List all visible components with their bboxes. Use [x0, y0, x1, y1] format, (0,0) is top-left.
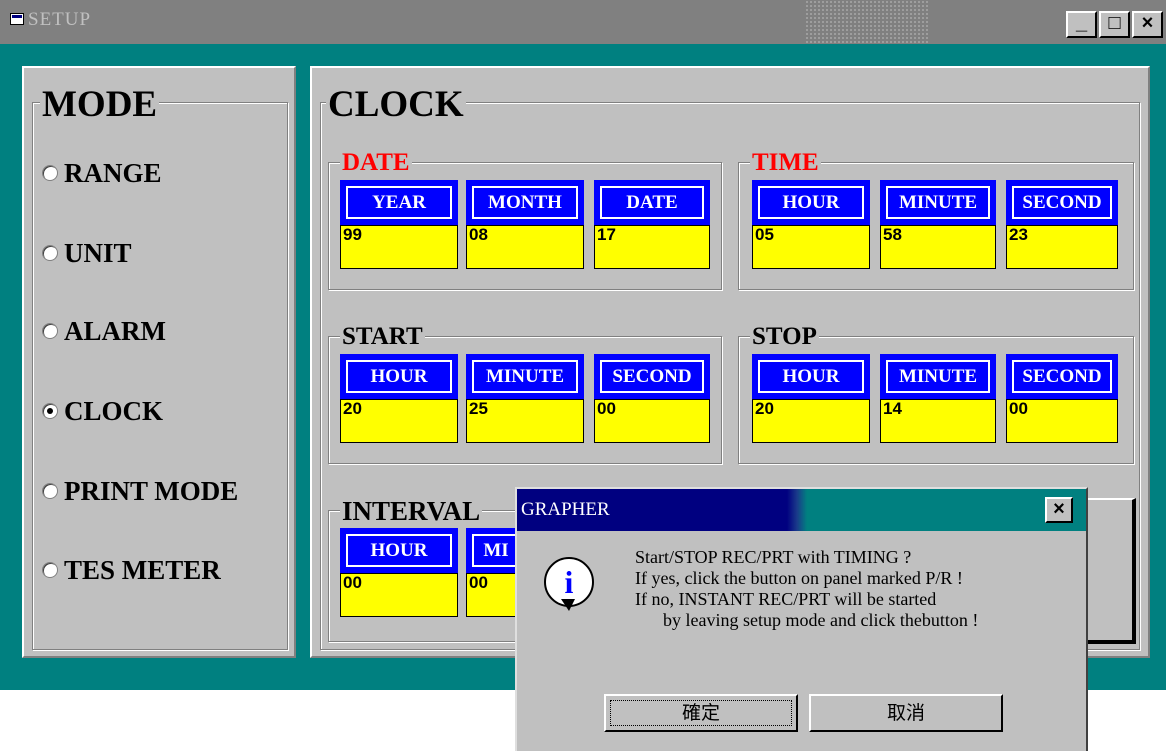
- close-icon: ×: [1141, 12, 1154, 34]
- header-label: MINUTE: [886, 360, 990, 393]
- interval-header-hour: HOUR: [340, 528, 458, 573]
- mode-option-alarm[interactable]: ALARM: [42, 316, 282, 352]
- minimize-icon: _: [1075, 12, 1088, 34]
- stop-header-minute: MINUTE: [880, 354, 996, 399]
- dialog-message-line: Start/STOP REC/PRT with TIMING ?: [635, 547, 912, 567]
- start-hour-field[interactable]: 20: [340, 399, 458, 443]
- mode-option-label: RANGE: [64, 158, 162, 188]
- close-icon: ×: [1053, 498, 1065, 520]
- maximize-icon: □: [1108, 12, 1121, 34]
- time-minute-field[interactable]: 58: [880, 225, 996, 269]
- focus-rectangle: [610, 700, 792, 726]
- start-header-second: SECOND: [594, 354, 710, 399]
- header-label: YEAR: [346, 186, 452, 219]
- close-button[interactable]: ×: [1132, 11, 1163, 38]
- time-hour-field[interactable]: 05: [752, 225, 870, 269]
- stop-header-hour: HOUR: [752, 354, 870, 399]
- mode-option-unit[interactable]: UNIT: [42, 238, 282, 274]
- start-second-field[interactable]: 00: [594, 399, 710, 443]
- interval-hour-field[interactable]: 00: [340, 573, 458, 617]
- radio-button[interactable]: [42, 403, 58, 419]
- mode-title: MODE: [40, 84, 160, 125]
- stop-header-second: SECOND: [1006, 354, 1118, 399]
- interval-caption: INTERVAL: [340, 496, 483, 526]
- information-icon-tail: [561, 599, 575, 611]
- time-second-field[interactable]: 23: [1006, 225, 1118, 269]
- date-header-month: MONTH: [466, 180, 584, 225]
- dialog-message-line: If yes, click the button on panel marked…: [635, 568, 963, 588]
- radio-button[interactable]: [42, 562, 58, 578]
- header-label: HOUR: [346, 360, 452, 393]
- mode-option-print-mode[interactable]: PRINT MODE: [42, 476, 282, 512]
- header-label: DATE: [600, 186, 704, 219]
- date-month-field[interactable]: 08: [466, 225, 584, 269]
- stop-hour-field[interactable]: 20: [752, 399, 870, 443]
- mode-option-clock[interactable]: CLOCK: [42, 396, 282, 432]
- header-label: SECOND: [1012, 186, 1112, 219]
- radio-dot: [47, 408, 53, 414]
- time-header-minute: MINUTE: [880, 180, 996, 225]
- start-header-minute: MINUTE: [466, 354, 584, 399]
- mode-option-label: PRINT MODE: [64, 476, 239, 506]
- dialog-message-line: If no, INSTANT REC/PRT will be started: [635, 589, 937, 609]
- dialog-title: GRAPHER: [521, 499, 610, 520]
- mode-option-tes-meter[interactable]: TES METER: [42, 555, 282, 591]
- stop-second-field[interactable]: 00: [1006, 399, 1118, 443]
- header-label: MI: [472, 534, 520, 567]
- header-label: MINUTE: [472, 360, 578, 393]
- mode-option-label: TES METER: [64, 555, 221, 585]
- clock-title: CLOCK: [326, 84, 466, 125]
- time-header-hour: HOUR: [752, 180, 870, 225]
- header-label: SECOND: [600, 360, 704, 393]
- dialog-message-line: by leaving setup mode and click thebutto…: [663, 610, 979, 630]
- stop-caption: STOP: [750, 323, 819, 350]
- header-label: HOUR: [758, 186, 864, 219]
- date-header-year: YEAR: [340, 180, 458, 225]
- dialog-title-bar[interactable]: GRAPHER ×: [517, 489, 1086, 531]
- header-label: MINUTE: [886, 186, 990, 219]
- ok-button[interactable]: 確定: [604, 694, 798, 732]
- dialog-close-button[interactable]: ×: [1045, 497, 1073, 523]
- time-header-second: SECOND: [1006, 180, 1118, 225]
- maximize-button[interactable]: □: [1099, 11, 1130, 38]
- header-label: SECOND: [1012, 360, 1112, 393]
- mode-option-label: CLOCK: [64, 396, 164, 426]
- minimize-button[interactable]: _: [1066, 11, 1097, 38]
- start-minute-field[interactable]: 25: [466, 399, 584, 443]
- cancel-button-label: 取消: [886, 702, 925, 724]
- stop-minute-field[interactable]: 14: [880, 399, 996, 443]
- start-caption: START: [340, 323, 425, 350]
- header-label: HOUR: [758, 360, 864, 393]
- radio-button[interactable]: [42, 245, 58, 261]
- title-bar-pattern: [805, 0, 930, 44]
- radio-button[interactable]: [42, 165, 58, 181]
- header-label: HOUR: [346, 534, 452, 567]
- date-header-date: DATE: [594, 180, 710, 225]
- mode-option-label: UNIT: [64, 238, 132, 268]
- date-caption: DATE: [340, 149, 412, 176]
- mode-option-label: ALARM: [64, 316, 166, 346]
- date-year-field[interactable]: 99: [340, 225, 458, 269]
- window-title: SETUP: [28, 9, 92, 30]
- cancel-button[interactable]: 取消: [809, 694, 1003, 732]
- radio-button[interactable]: [42, 323, 58, 339]
- date-date-field[interactable]: 17: [594, 225, 710, 269]
- grapher-dialog: GRAPHER × i Start/STOP REC/PRT with TIMI…: [515, 487, 1088, 751]
- header-label: MONTH: [472, 186, 578, 219]
- window-icon[interactable]: [10, 13, 24, 25]
- time-caption: TIME: [750, 149, 821, 176]
- mode-option-range[interactable]: RANGE: [42, 158, 282, 194]
- start-header-hour: HOUR: [340, 354, 458, 399]
- radio-button[interactable]: [42, 483, 58, 499]
- title-bar[interactable]: SETUP _ □ ×: [0, 0, 1166, 44]
